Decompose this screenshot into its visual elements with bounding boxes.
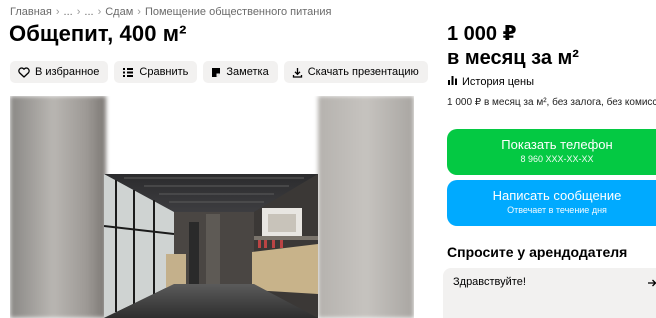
write-message-label: Написать сообщение <box>492 188 622 203</box>
favorite-button[interactable]: В избранное <box>10 61 109 83</box>
write-message-button[interactable]: Написать сообщение Отвечает в течение дн… <box>447 180 656 226</box>
photo-gallery[interactable] <box>10 96 414 318</box>
quick-message-text: Здравствуйте! <box>453 276 526 288</box>
gallery-blur-right <box>318 96 414 318</box>
price-terms: 1 000 ₽ в месяц за м², без залога, без к… <box>447 97 656 108</box>
note-icon <box>211 67 221 78</box>
note-button[interactable]: Заметка <box>203 61 278 83</box>
breadcrumb-separator: › <box>76 6 81 18</box>
download-icon <box>292 67 303 78</box>
price-value: 1 000 ₽ <box>447 23 517 45</box>
breadcrumb-separator: › <box>55 6 60 18</box>
favorite-label: В избранное <box>35 66 100 78</box>
price-period: в месяц за м² <box>447 47 579 69</box>
breadcrumb-category[interactable]: Помещение общественного питания <box>145 6 332 18</box>
breadcrumb-collapsed-1[interactable]: ... <box>64 6 73 18</box>
response-time-label: Отвечает в течение дня <box>507 205 607 215</box>
breadcrumb-separator: › <box>97 6 102 18</box>
show-phone-button[interactable]: Показать телефон 8 960 XXX-XX-XX <box>447 129 656 175</box>
ask-landlord-heading: Спросите у арендодателя <box>447 244 628 260</box>
download-presentation-button[interactable]: Скачать презентацию <box>283 61 428 83</box>
page-title: Общепит, 400 м² <box>9 21 187 46</box>
gallery-blur-left <box>10 96 106 318</box>
compare-label: Сравнить <box>139 66 189 78</box>
show-phone-label: Показать телефон <box>501 137 613 152</box>
listing-photo[interactable] <box>104 174 318 318</box>
breadcrumb-rent[interactable]: Сдам <box>105 6 133 18</box>
phone-number-masked: 8 960 XXX-XX-XX <box>520 154 594 164</box>
breadcrumb-collapsed-2[interactable]: ... <box>84 6 93 18</box>
price-history-label: История цены <box>462 76 534 88</box>
send-arrow-icon[interactable] <box>647 278 656 291</box>
download-label: Скачать презентацию <box>307 66 419 78</box>
breadcrumb-separator: › <box>137 6 141 18</box>
price-block: 1 000 ₽ в месяц за м² <box>447 22 579 70</box>
compare-button[interactable]: Сравнить <box>114 61 198 83</box>
quick-message-input[interactable]: Здравствуйте! <box>443 268 656 318</box>
price-history-link[interactable]: История цены <box>447 75 534 89</box>
breadcrumb: Главная › ... › ... › Сдам › Помещение о… <box>10 6 331 18</box>
compare-icon <box>122 67 134 78</box>
note-label: Заметка <box>226 66 269 78</box>
bar-chart-icon <box>447 75 458 89</box>
breadcrumb-home[interactable]: Главная <box>10 6 52 18</box>
listing-actions: В избранное Сравнить Заметка Скачать пре… <box>10 61 428 83</box>
heart-icon <box>18 66 30 78</box>
